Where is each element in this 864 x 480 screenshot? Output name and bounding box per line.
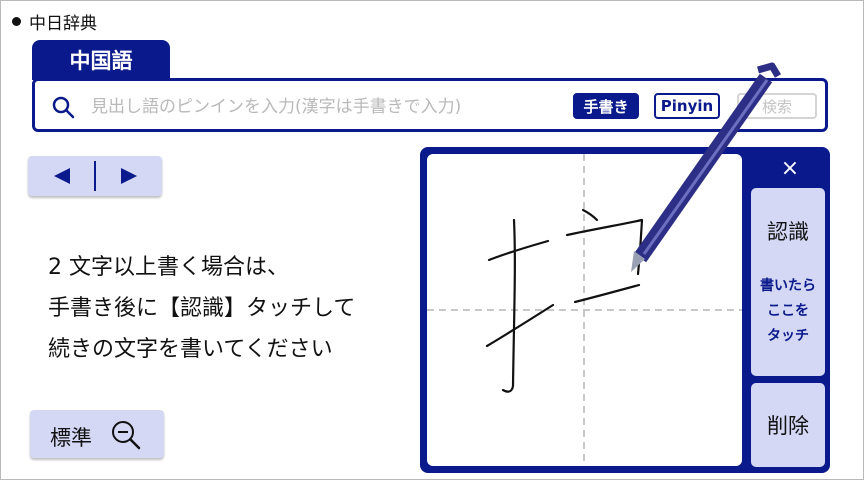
search-icon — [52, 96, 75, 119]
instruction-line-3: 続きの文字を書いてください — [48, 337, 333, 362]
previous-button[interactable] — [28, 156, 95, 196]
handwriting-panel: × 認識 書いたら ここを タッチ 削除 — [420, 147, 830, 473]
handwriting-mode-button[interactable]: 手書き — [573, 93, 639, 119]
triangle-right-icon — [120, 168, 137, 184]
app-title-text: 中日辞典 — [29, 14, 97, 34]
bullet-dot-icon — [12, 17, 21, 26]
search-bar: 手書き Pinyin 検索 — [32, 78, 828, 132]
triangle-left-icon — [53, 168, 70, 184]
instruction-text: 2 文字以上書く場合は、 手書き後に【認識】タッチして 続きの文字を書いてくださ… — [48, 247, 355, 370]
search-button-label: 検索 — [761, 97, 792, 116]
recognize-hint-line-3: タッチ — [767, 328, 809, 344]
next-button[interactable] — [95, 156, 162, 196]
recognize-hint-line-1: 書いたら — [760, 278, 816, 294]
delete-label: 削除 — [767, 414, 809, 438]
tab-chinese-label: 中国語 — [69, 49, 133, 73]
tab-chinese[interactable]: 中国語 — [32, 40, 170, 80]
instruction-line-1: 2 文字以上書く場合は、 — [48, 255, 289, 280]
pinyin-mode-button[interactable]: Pinyin — [654, 93, 720, 119]
recognize-label: 認識 — [767, 220, 809, 244]
handwriting-mode-label: 手書き — [583, 97, 629, 116]
zoom-standard-button[interactable]: 標準 — [30, 410, 164, 458]
recognize-hint-line-2: ここを — [767, 303, 809, 319]
close-button[interactable]: × — [755, 153, 825, 183]
recognize-button[interactable]: 認識 書いたら ここを タッチ — [751, 188, 825, 376]
delete-button[interactable]: 削除 — [751, 383, 825, 467]
recognize-hint: 書いたら ここを タッチ — [751, 274, 825, 349]
instruction-line-2: 手書き後に【認識】タッチして — [48, 296, 356, 321]
zoom-out-icon — [112, 421, 141, 450]
close-icon: × — [780, 155, 800, 181]
handwriting-canvas[interactable] — [427, 154, 742, 466]
app-title: 中日辞典 — [12, 9, 97, 34]
zoom-label: 標準 — [50, 426, 92, 450]
search-button[interactable]: 検索 — [737, 93, 817, 119]
result-navigation — [28, 156, 162, 196]
pinyin-mode-label: Pinyin — [660, 97, 714, 115]
search-input[interactable] — [91, 94, 561, 120]
handwriting-strokes — [427, 154, 742, 466]
